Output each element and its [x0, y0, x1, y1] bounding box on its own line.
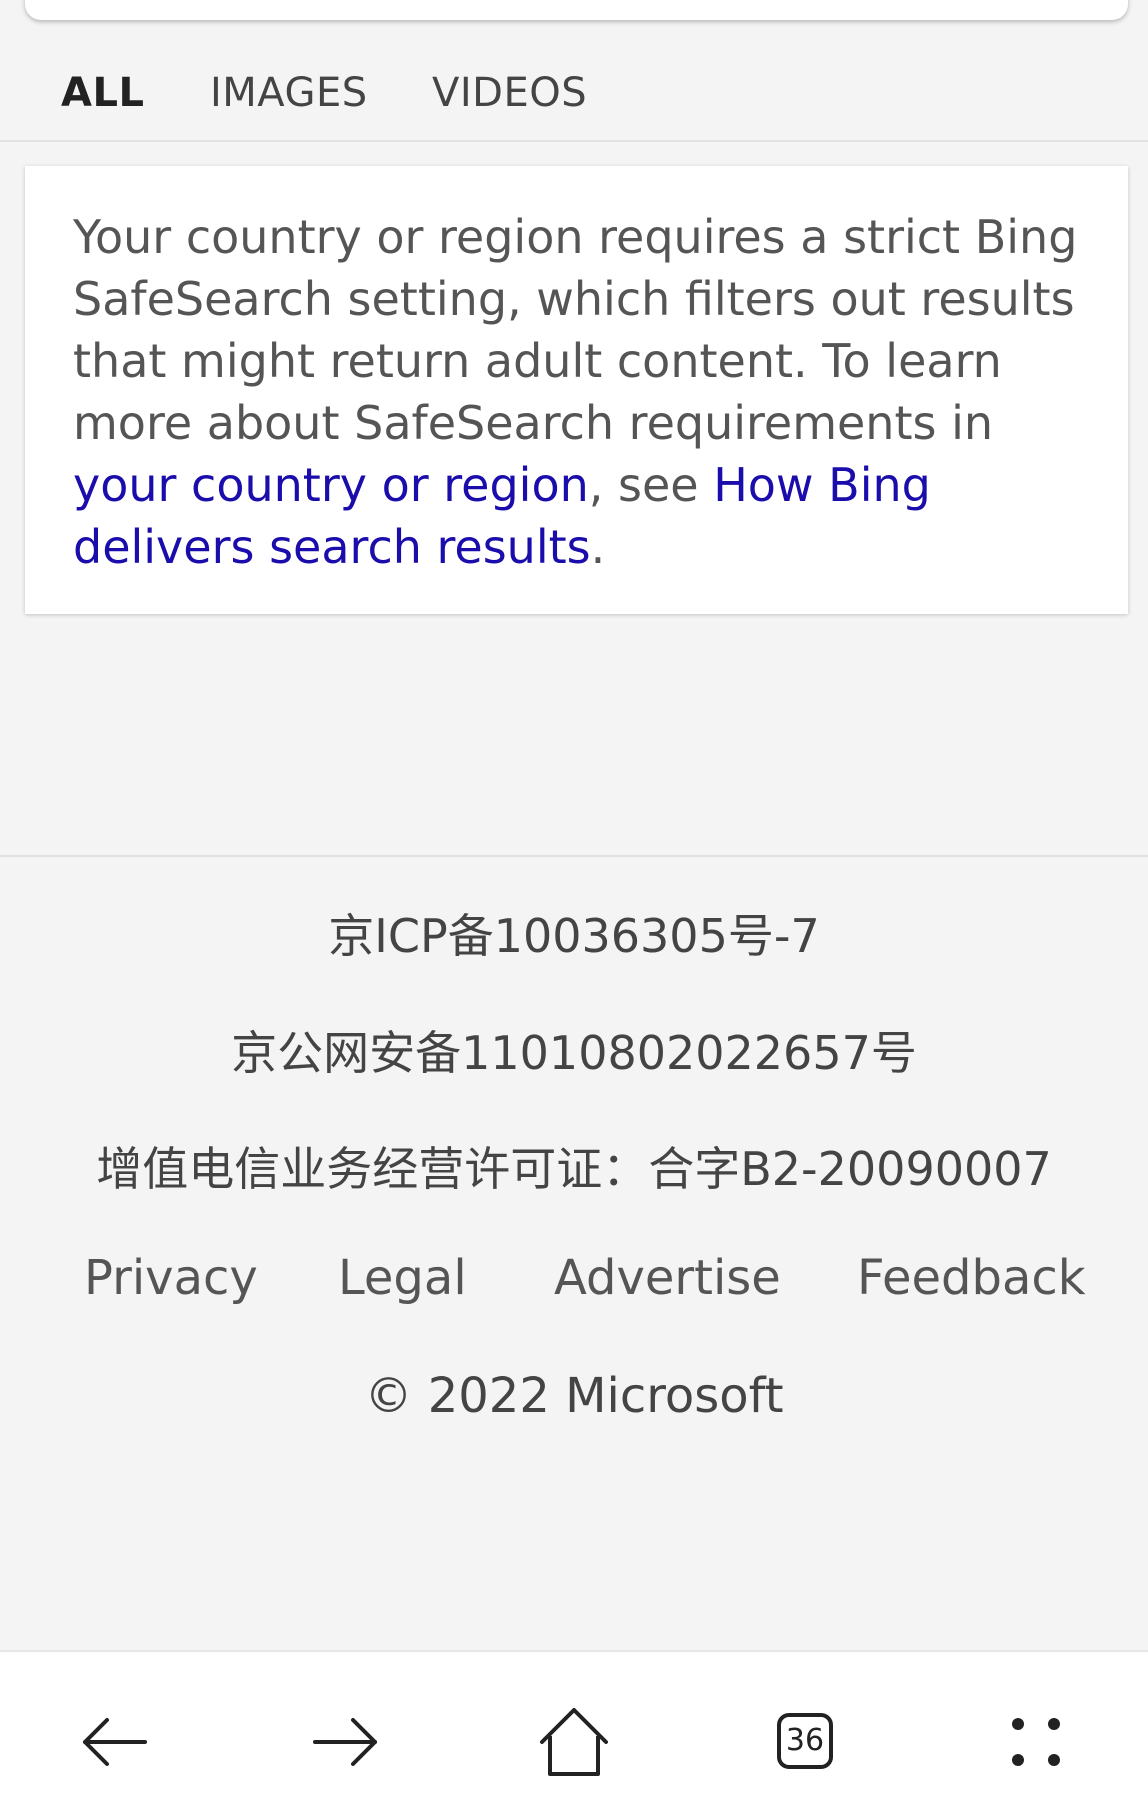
tab-videos[interactable]: VIDEOS: [432, 70, 587, 116]
safesearch-notice-card: Your country or region requires a strict…: [25, 166, 1128, 614]
forward-button[interactable]: [305, 1702, 385, 1782]
feedback-link[interactable]: Feedback: [857, 1250, 1086, 1306]
browser-bottom-bar: 36: [0, 1650, 1148, 1819]
menu-button[interactable]: [996, 1702, 1076, 1782]
public-security-record[interactable]: 京公网安备11010802022657号: [0, 1017, 1148, 1083]
notice-text-part2: , see: [588, 458, 714, 512]
back-arrow-icon: [83, 1718, 147, 1766]
notice-text-part3: .: [590, 520, 606, 574]
icp-license[interactable]: 京ICP备10036305号-7: [0, 900, 1148, 966]
home-icon: [540, 1708, 608, 1776]
forward-arrow-icon: [313, 1718, 377, 1766]
advertise-link[interactable]: Advertise: [554, 1250, 781, 1306]
back-button[interactable]: [75, 1702, 155, 1782]
tab-all[interactable]: ALL: [61, 70, 144, 116]
region-link[interactable]: your country or region: [73, 458, 589, 512]
page: ALL IMAGES VIDEOS Your country or region…: [0, 0, 1148, 1819]
tab-count: 36: [777, 1713, 833, 1769]
privacy-link[interactable]: Privacy: [84, 1250, 258, 1306]
telecom-license[interactable]: 增值电信业务经营许可证：合字B2-20090007: [0, 1133, 1148, 1199]
tab-images[interactable]: IMAGES: [210, 70, 368, 116]
menu-dots-icon: [1012, 1718, 1060, 1766]
search-tabs: ALL IMAGES VIDEOS: [0, 60, 1148, 142]
copyright: © 2022 Microsoft: [364, 1368, 784, 1424]
safesearch-notice-text: Your country or region requires a strict…: [73, 206, 1080, 578]
home-button[interactable]: [534, 1702, 614, 1782]
legal-link[interactable]: Legal: [338, 1250, 467, 1306]
tabs-button[interactable]: 36: [765, 1702, 845, 1782]
footer-links: Privacy Legal Advertise Feedback: [0, 1250, 1148, 1310]
notice-text-part1: Your country or region requires a strict…: [73, 210, 1078, 450]
footer-divider: [0, 855, 1148, 857]
search-box[interactable]: [25, 0, 1128, 20]
